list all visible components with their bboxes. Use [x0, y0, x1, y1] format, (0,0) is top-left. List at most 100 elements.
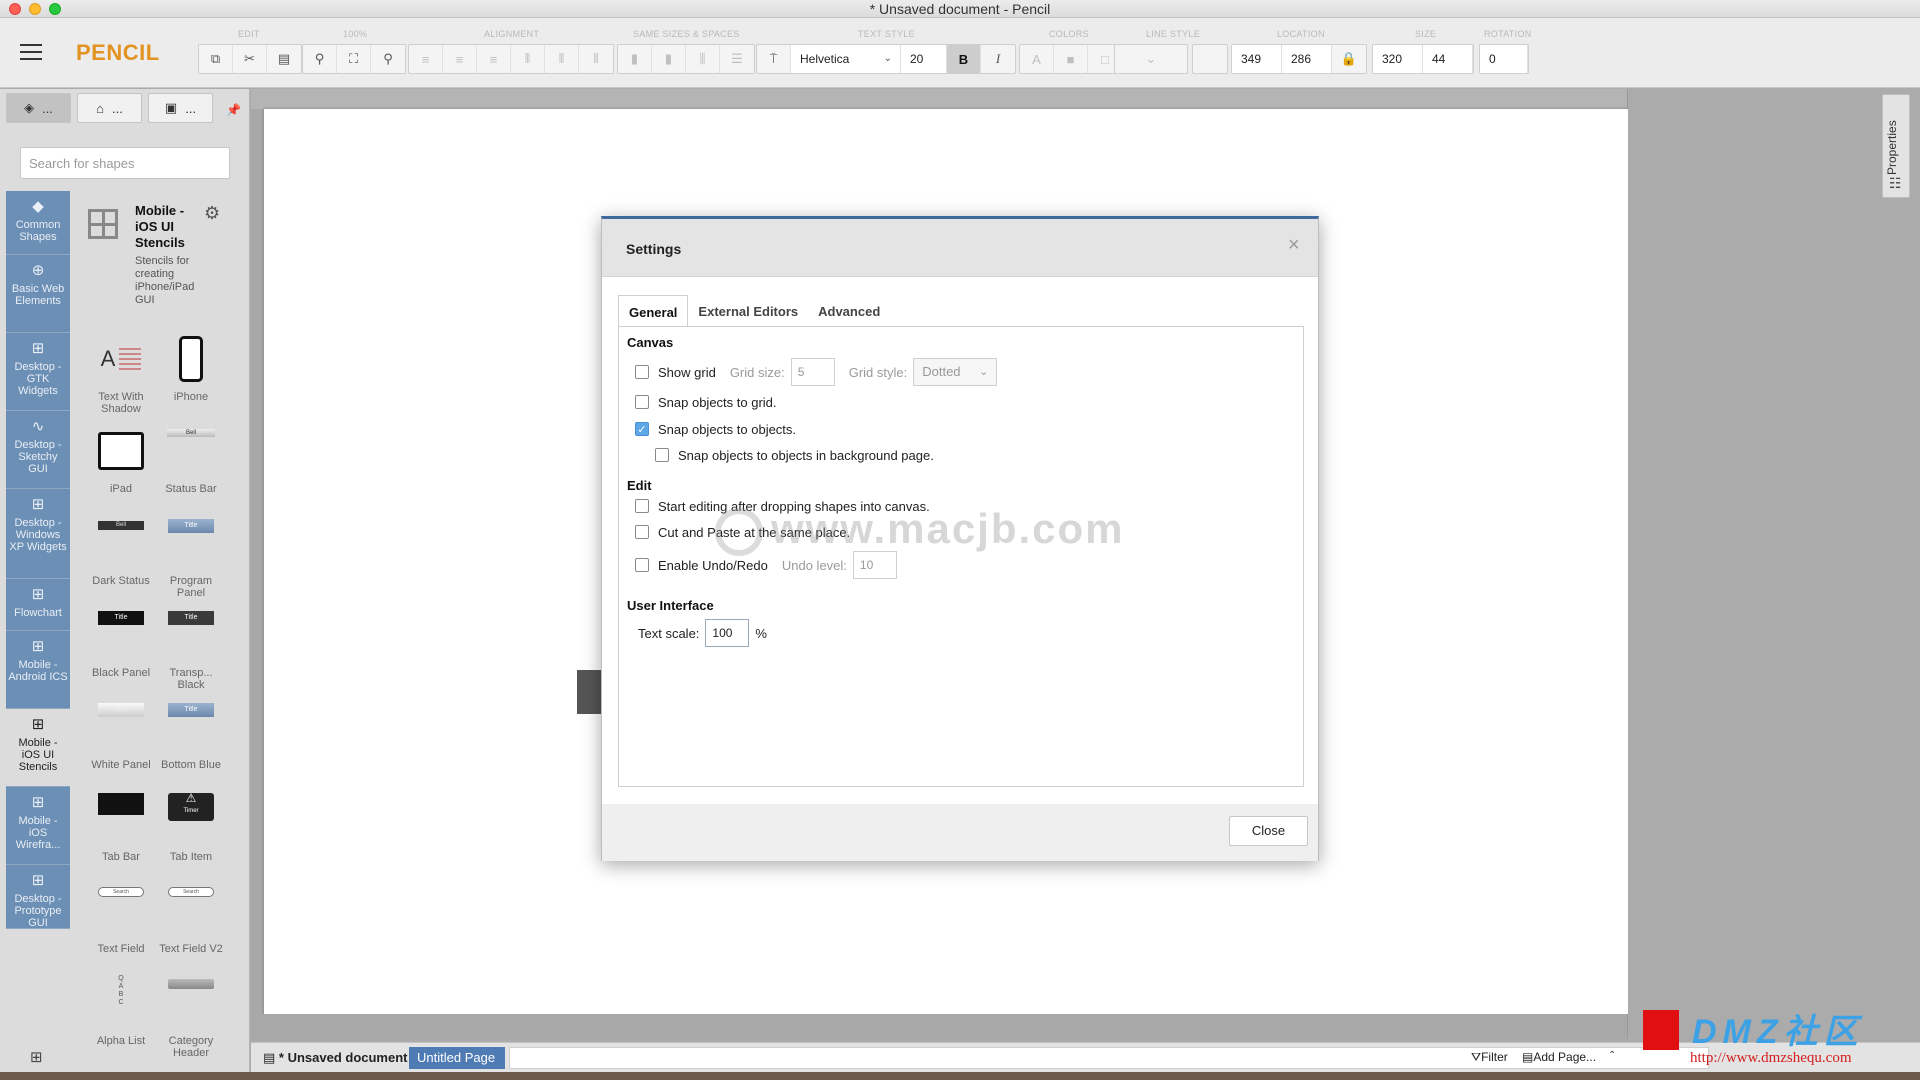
shape-ipad[interactable]: iPad — [86, 423, 156, 495]
line-style-select[interactable]: ⌄ — [1114, 44, 1188, 74]
zoom-in-icon[interactable]: ⚲ — [371, 45, 405, 73]
line-width-box[interactable] — [1192, 44, 1228, 74]
same-width-icon[interactable]: ▮ — [618, 45, 652, 73]
canvas-shape[interactable] — [577, 670, 603, 714]
align-left-icon[interactable]: ≡ — [409, 45, 443, 73]
shape-iphone[interactable]: iPhone — [156, 331, 226, 403]
gear-icon[interactable]: ⚙ — [204, 203, 220, 224]
show-grid-checkbox[interactable] — [635, 365, 649, 379]
italic-button[interactable]: I — [981, 45, 1015, 73]
shape-label: Tab Bar — [102, 851, 140, 863]
undo-redo-checkbox[interactable] — [635, 558, 649, 572]
minimize-window-button[interactable] — [29, 3, 41, 15]
tab-collections[interactable]: ◈... — [6, 93, 71, 123]
collection-winxp[interactable]: ⊞ Desktop - Windows XP Widgets — [6, 489, 70, 579]
text-scale-input[interactable]: 100 — [705, 619, 750, 647]
collection-ios-wireframe[interactable]: ⊞ Mobile - iOS Wirefra... — [6, 787, 70, 865]
close-window-button[interactable] — [9, 3, 21, 15]
space-horizontal-icon[interactable]: ⫼ — [686, 45, 720, 73]
collection-android[interactable]: ⊞ Mobile - Android ICS — [6, 631, 70, 709]
shape-tab-item[interactable]: ⚠ Timer Tab Item — [156, 791, 226, 863]
grid-size-input[interactable]: 5 — [790, 358, 835, 386]
align-center-icon[interactable]: ≡ — [443, 45, 477, 73]
lock-icon[interactable]: 🔒 — [1332, 45, 1366, 73]
grid-icon: ⊞ — [31, 340, 45, 357]
collection-sketchy[interactable]: ∿ Desktop - Sketchy GUI — [6, 411, 70, 489]
properties-tab[interactable]: Properties ☷ — [1882, 94, 1910, 198]
shape-search-input[interactable] — [20, 147, 230, 179]
alpha-list-letters: Q A B C — [118, 975, 124, 1006]
collection-flowchart[interactable]: ⊞ Flowchart — [6, 579, 70, 631]
shape-white-panel[interactable]: Tab White Panel — [86, 699, 156, 771]
space-vertical-icon[interactable]: ☰ — [720, 45, 754, 73]
grid-style-select[interactable]: Dotted ⌄ — [913, 358, 998, 386]
shape-text-field-v2[interactable]: Search Text Field V2 — [156, 883, 226, 955]
cut-icon[interactable]: ✂ — [233, 45, 267, 73]
shape-text-with-shadow[interactable]: A Text With Shadow — [86, 331, 156, 415]
collection-common-shapes[interactable]: ◆ Common Shapes — [6, 191, 70, 255]
tab-external-editors[interactable]: External Editors — [688, 295, 808, 327]
zoom-window-button[interactable] — [49, 3, 61, 15]
shape-category-header[interactable]: Category Header — [156, 975, 226, 1059]
fill-color-icon[interactable]: ■ — [1054, 45, 1088, 73]
collection-prototype[interactable]: ⊞ Desktop - Prototype GUI — [6, 865, 70, 929]
menu-icon[interactable] — [20, 44, 42, 60]
same-height-icon[interactable]: ▮ — [652, 45, 686, 73]
snap-grid-checkbox[interactable] — [635, 395, 649, 409]
snap-background-checkbox[interactable] — [655, 448, 669, 462]
size-width-input[interactable]: 320 — [1373, 45, 1423, 73]
cut-paste-checkbox[interactable] — [635, 525, 649, 539]
close-button[interactable]: Close — [1229, 816, 1308, 846]
shape-program-panel[interactable]: Title Program Panel — [156, 515, 226, 599]
tab-private-collections[interactable]: ⌂... — [77, 93, 142, 123]
pin-icon[interactable]: 📌 — [226, 103, 241, 117]
collection-gtk[interactable]: ⊞ Desktop - GTK Widgets — [6, 333, 70, 411]
shape-label: iPad — [109, 483, 133, 495]
location-y-input[interactable]: 286 — [1282, 45, 1332, 73]
font-family-select[interactable]: Helvetica ⌄ — [791, 45, 901, 73]
shape-dark-status[interactable]: Bell Dark Status — [86, 515, 156, 587]
format-painter-icon[interactable]: ⍑ — [757, 45, 791, 73]
shape-alpha-list[interactable]: Q A B C Alpha List — [86, 975, 156, 1047]
shape-label: Text Field V2 — [159, 943, 223, 955]
document-label[interactable]: ▤ * Unsaved document — [263, 1050, 408, 1066]
rotation-input[interactable]: 0 — [1480, 45, 1528, 73]
edit-group: ⧉ ✂ ▤ — [198, 44, 302, 74]
paste-icon[interactable]: ▤ — [267, 45, 301, 73]
close-icon[interactable]: × — [1288, 234, 1300, 257]
font-size-input[interactable]: 20 — [901, 45, 947, 73]
add-page-button[interactable]: ▤Add Page... — [1522, 1050, 1596, 1064]
location-x-input[interactable]: 349 — [1232, 45, 1282, 73]
filter-button[interactable]: ⛛Filter — [1471, 1050, 1508, 1065]
tab-general[interactable]: General — [618, 295, 689, 327]
start-editing-checkbox[interactable] — [635, 499, 649, 513]
text-color-icon[interactable]: A — [1020, 45, 1054, 73]
shape-bottom-blue[interactable]: Title Bottom Blue — [156, 699, 226, 771]
shape-black-panel[interactable]: Title Black Panel — [86, 607, 156, 679]
shape-transparent-black[interactable]: Title Transp... Black — [156, 607, 226, 691]
shape-text-field[interactable]: Search Text Field — [86, 883, 156, 955]
snap-objects-checkbox[interactable]: ✓ — [635, 422, 649, 436]
fit-icon[interactable]: ⛶ — [337, 45, 371, 73]
stencil-grid-icon — [88, 209, 118, 239]
size-height-input[interactable]: 44 — [1423, 45, 1473, 73]
align-top-icon[interactable]: ⦀ — [511, 45, 545, 73]
tab-advanced[interactable]: Advanced — [808, 295, 890, 327]
copy-icon[interactable]: ⧉ — [199, 45, 233, 73]
shape-status-bar[interactable]: Bell Status Bar — [156, 423, 226, 495]
text-style-group: ⍑ Helvetica ⌄ 20 B I — [756, 44, 1016, 74]
add-page-label: Add Page... — [1533, 1050, 1597, 1064]
bold-button[interactable]: B — [947, 45, 981, 73]
collection-basic-web[interactable]: ⊕ Basic Web Elements — [6, 255, 70, 333]
zoom-out-icon[interactable]: ⚲ — [303, 45, 337, 73]
collection-ios-ui[interactable]: ⊞ Mobile - iOS UI Stencils — [6, 709, 70, 787]
chevron-up-icon[interactable]: ⌃ — [1608, 1050, 1616, 1061]
collection-label: Basic Web Elements — [11, 283, 65, 307]
page-tab-untitled[interactable]: Untitled Page — [409, 1047, 505, 1069]
align-middle-icon[interactable]: ⦀ — [545, 45, 579, 73]
align-right-icon[interactable]: ≡ — [477, 45, 511, 73]
apps-grid-icon[interactable]: ⊞ — [30, 1048, 43, 1066]
shape-tab-bar[interactable]: Tab Bar — [86, 791, 156, 863]
align-bottom-icon[interactable]: ⦀ — [579, 45, 613, 73]
tab-clipart[interactable]: ▣... — [148, 93, 213, 123]
